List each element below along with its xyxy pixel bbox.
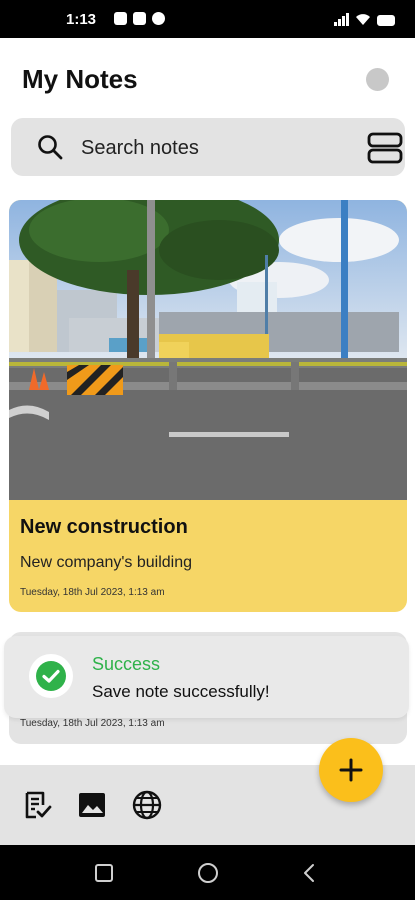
system-icons: [334, 12, 395, 26]
signal-icon: [334, 12, 349, 26]
note-date: Tuesday, 18th Jul 2023, 1:13 am: [20, 718, 165, 729]
back-icon[interactable]: [298, 861, 322, 885]
globe-icon[interactable]: [131, 789, 163, 821]
note-date: Tuesday, 18th Jul 2023, 1:13 am: [20, 587, 165, 598]
check-circle-icon: [36, 661, 66, 691]
avatar[interactable]: [366, 68, 389, 91]
success-toast: Success Save note successfully!: [4, 636, 409, 718]
hand-icon: [114, 12, 127, 25]
recents-icon[interactable]: [92, 861, 116, 885]
toast-title: Success: [92, 654, 161, 674]
search-bar[interactable]: [11, 118, 405, 176]
note-card[interactable]: New construction New company's building …: [9, 200, 407, 612]
search-input[interactable]: [81, 136, 351, 160]
gallery-notification-icon: [133, 12, 146, 25]
image-icon[interactable]: [76, 789, 108, 821]
view-layout-icon[interactable]: [367, 132, 403, 164]
add-note-button[interactable]: [319, 738, 383, 802]
note-subtitle: New company's building: [20, 554, 193, 571]
note-image: [9, 200, 407, 500]
battery-icon: [377, 15, 395, 26]
toast-message: Save note successfully!: [92, 682, 270, 701]
page-title: My Notes: [22, 64, 138, 94]
note-title: New construction: [20, 516, 188, 538]
wifi-icon: [356, 14, 370, 25]
home-icon[interactable]: [196, 861, 220, 885]
checklist-icon[interactable]: [22, 789, 54, 821]
toast-icon-wrapper: [29, 654, 73, 698]
system-navigation-bar: [0, 845, 415, 900]
status-bar: 1:13: [0, 0, 415, 38]
app-notification-icon: [152, 12, 165, 25]
notification-icons: [114, 12, 165, 25]
search-icon: [38, 135, 63, 160]
status-time: 1:13: [66, 11, 97, 28]
plus-icon: [339, 758, 363, 782]
